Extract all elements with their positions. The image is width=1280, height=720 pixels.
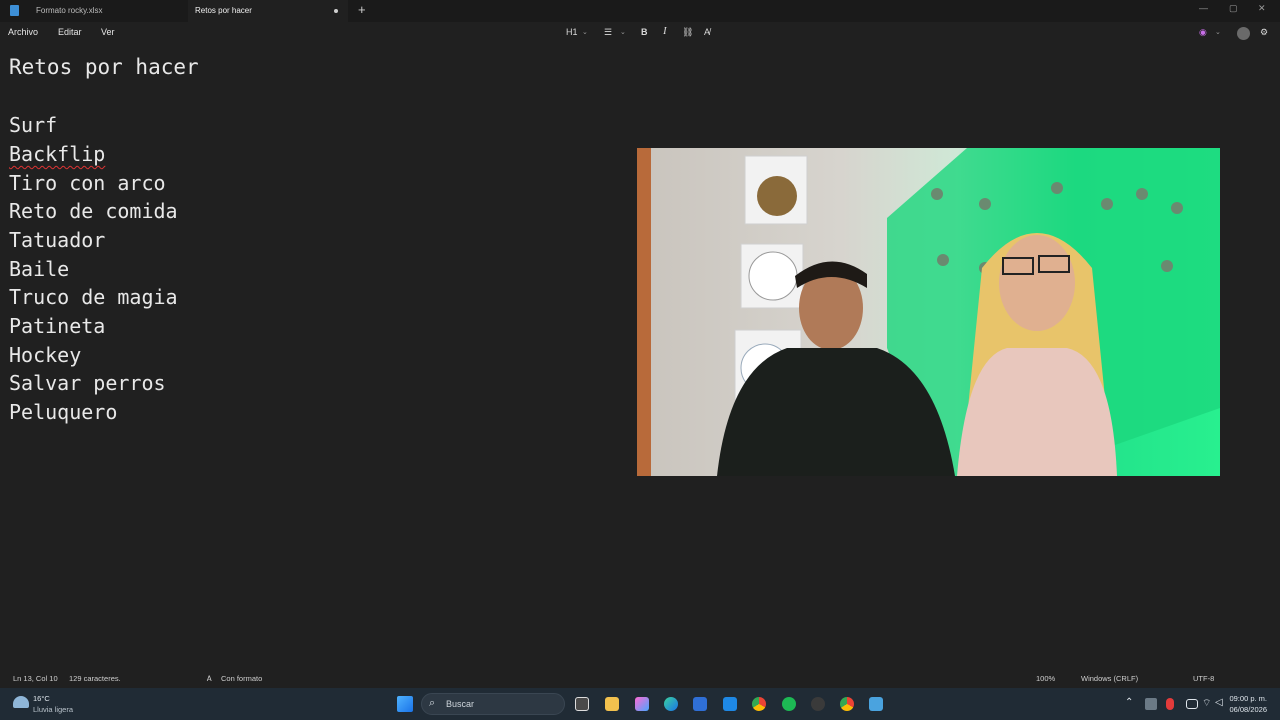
editor-area[interactable]: Retos por hacer Surf Backflip Tiro con a…: [0, 44, 1280, 668]
close-icon[interactable]: ✕: [1258, 3, 1266, 14]
bold-button[interactable]: B: [641, 27, 648, 37]
status-bar: Ln 13, Col 10 129 caracteres. Ꭺ Con form…: [0, 668, 1280, 688]
document-line: Peluquero: [9, 400, 118, 424]
list-icon[interactable]: ☰: [604, 27, 612, 38]
tab-bar: Formato rocky.xlsx Retos por hacer + — ▢…: [0, 0, 1280, 22]
tab-retos-por-hacer[interactable]: Retos por hacer: [188, 0, 348, 22]
menu-archivo[interactable]: Archivo: [8, 27, 38, 37]
copilot-icon[interactable]: ◉: [1199, 27, 1207, 38]
zoom-level[interactable]: 100%: [1036, 674, 1055, 683]
wifi-icon[interactable]: ⌔: [1202, 697, 1211, 710]
edge-icon[interactable]: [664, 697, 678, 711]
store-icon[interactable]: [693, 697, 707, 711]
clock-time[interactable]: 09:00 p. m.: [1222, 694, 1267, 703]
search-icon: ⌕: [429, 697, 436, 709]
line-ending[interactable]: Windows (CRLF): [1081, 674, 1138, 683]
document-line: Truco de magia: [9, 285, 178, 309]
cursor-position: Ln 13, Col 10: [13, 674, 58, 683]
menu-ver[interactable]: Ver: [101, 27, 115, 37]
weather-temp[interactable]: 16°C: [33, 694, 50, 703]
taskbar: 16°C Lluvia ligera ⌃ ⌔ ◁ 09:00 p. m. 06/…: [0, 688, 1280, 720]
chevron-down-icon[interactable]: ⌄: [1215, 28, 1221, 36]
document-line: Baile: [9, 257, 70, 281]
spotify-icon[interactable]: [782, 697, 796, 711]
menu-editar[interactable]: Editar: [58, 27, 82, 37]
copilot-app-icon[interactable]: [635, 697, 649, 711]
avatar[interactable]: [1237, 27, 1250, 40]
chrome-icon[interactable]: [752, 697, 766, 711]
file-explorer-icon[interactable]: [605, 697, 619, 711]
webcam-scene-image: [637, 148, 1220, 476]
onedrive-icon[interactable]: [1145, 698, 1157, 710]
document-title: Retos por hacer: [9, 55, 199, 79]
microphone-icon[interactable]: [1166, 698, 1174, 710]
document-line: Surf: [9, 113, 58, 137]
encoding[interactable]: UTF-8: [1193, 674, 1214, 683]
clear-format-icon[interactable]: A̸: [704, 27, 710, 37]
menu-bar: Archivo Editar Ver H1 ⌄ ☰ ⌄ B I ⛓ A̸ ◉ ⌄…: [0, 22, 1280, 44]
minimize-icon[interactable]: —: [1199, 3, 1208, 13]
chevron-up-icon[interactable]: ⌃: [1125, 697, 1133, 708]
document-line: Patineta: [9, 314, 106, 338]
chevron-down-icon[interactable]: ⌄: [620, 28, 626, 36]
weather-icon[interactable]: [13, 696, 29, 708]
clock-date[interactable]: 06/08/2026: [1222, 705, 1267, 714]
search-placeholder: Buscar: [446, 699, 475, 709]
document-line: Tatuador: [9, 228, 106, 252]
heading-dropdown[interactable]: H1: [566, 27, 578, 37]
weather-description[interactable]: Lluvia ligera: [33, 705, 73, 714]
webcam-overlay: [637, 148, 1220, 476]
chrome-icon[interactable]: [840, 697, 854, 711]
unsaved-dot-icon[interactable]: [334, 9, 338, 13]
italic-button[interactable]: I: [663, 25, 667, 37]
new-tab-plus-icon[interactable]: +: [358, 2, 366, 17]
character-count: 129 caracteres.: [69, 674, 121, 683]
document-line: Reto de comida: [9, 199, 178, 223]
format-mode[interactable]: Con formato: [221, 674, 262, 683]
document-line: Hockey: [9, 343, 82, 367]
app-icon[interactable]: [811, 697, 825, 711]
task-view-icon[interactable]: [575, 697, 589, 711]
tab-label: Retos por hacer: [195, 6, 252, 15]
display-icon[interactable]: [1186, 699, 1198, 709]
tab-label: Formato rocky.xlsx: [36, 6, 103, 15]
windows-start-icon[interactable]: [397, 696, 413, 712]
document-line: Tiro con arco: [9, 171, 166, 195]
format-icon[interactable]: Ꭺ: [207, 674, 212, 684]
chevron-down-icon[interactable]: ⌄: [582, 28, 588, 36]
tab-formato-rocky[interactable]: Formato rocky.xlsx: [0, 0, 188, 22]
app-icon[interactable]: [723, 697, 737, 711]
gear-icon[interactable]: ⚙: [1260, 27, 1268, 38]
link-icon[interactable]: ⛓: [682, 27, 693, 38]
notepad-icon[interactable]: [869, 697, 883, 711]
document-line: Backflip: [9, 142, 106, 166]
taskbar-search-input[interactable]: ⌕ Buscar: [421, 693, 565, 715]
maximize-icon[interactable]: ▢: [1229, 3, 1238, 14]
document-line: Salvar perros: [9, 371, 166, 395]
